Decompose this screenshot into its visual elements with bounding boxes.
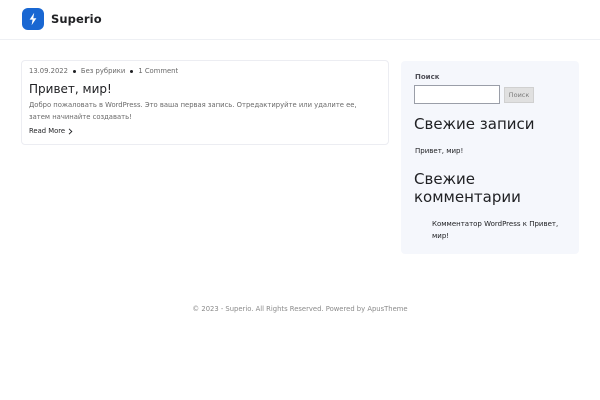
footer-theme-link[interactable]: ApusTheme: [367, 305, 407, 313]
logo-text: Superio: [51, 12, 102, 26]
recent-post-link[interactable]: Привет, мир!: [415, 147, 463, 155]
bolt-icon: [22, 8, 44, 30]
post-meta: 13.09.2022 Без рубрики 1 Comment: [29, 67, 178, 75]
post-excerpt: Добро пожаловать в WordPress. Это ваша п…: [29, 101, 357, 121]
comment-author-link[interactable]: Комментатор WordPress: [432, 220, 521, 228]
meta-separator: [130, 69, 134, 73]
sidebar: Поиск Поиск Свежие записи Привет, мир! С…: [401, 61, 579, 254]
chevron-right-icon: [68, 127, 73, 135]
footer-copyright: © 2023 - Superio. All Rights Reserved. P…: [192, 305, 366, 313]
post-card: 13.09.2022 Без рубрики 1 Comment Привет,…: [21, 60, 389, 145]
post-category-link[interactable]: Без рубрики: [81, 67, 125, 75]
search-input[interactable]: [414, 85, 500, 104]
post-title[interactable]: Привет, мир!: [29, 82, 112, 96]
recent-comments-title: Свежие комментарии: [414, 170, 521, 206]
search-button[interactable]: Поиск: [504, 87, 534, 103]
site-logo[interactable]: Superio: [22, 8, 102, 30]
recent-comment-item: Комментатор WordPress к Привет, мир!: [432, 218, 572, 242]
site-header: Superio: [0, 0, 600, 40]
read-more-label: Read More: [29, 127, 66, 135]
post-date: 13.09.2022: [29, 67, 68, 75]
post-comments-link[interactable]: 1 Comment: [138, 67, 178, 75]
recent-posts-title: Свежие записи: [414, 115, 535, 133]
search-label: Поиск: [415, 73, 440, 81]
meta-separator: [72, 69, 76, 73]
site-footer: © 2023 - Superio. All Rights Reserved. P…: [0, 305, 600, 313]
comment-on-text: к: [522, 220, 527, 228]
read-more-link[interactable]: Read More: [29, 127, 73, 135]
